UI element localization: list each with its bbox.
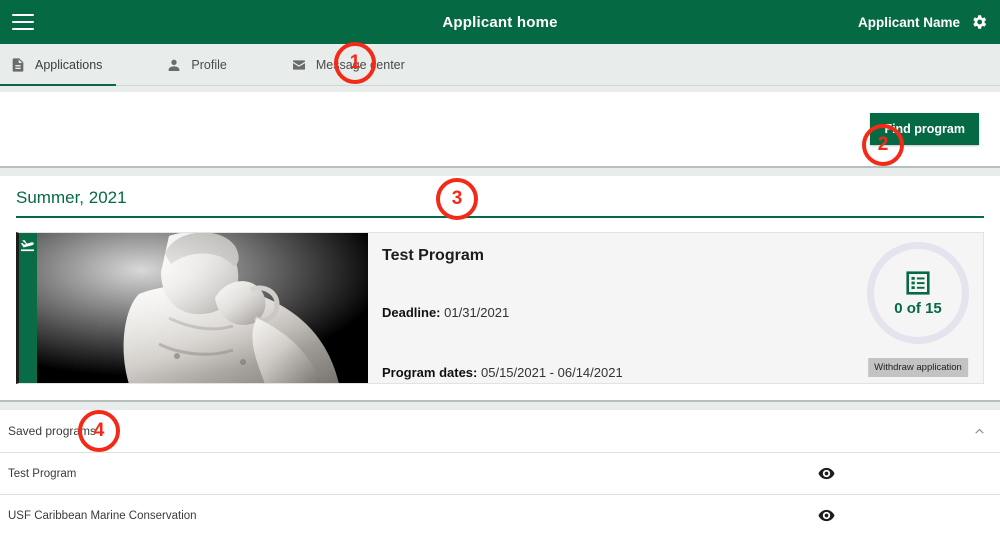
gear-icon[interactable] xyxy=(970,13,988,31)
program-card[interactable]: Test Program Deadline: 01/31/2021 Progra… xyxy=(16,232,984,384)
tab-applications[interactable]: Applications xyxy=(0,44,117,86)
program-dates: Program dates: 05/15/2021 - 06/14/2021 xyxy=(382,365,623,380)
progress-text: 0 of 15 xyxy=(894,299,942,317)
person-icon xyxy=(169,59,180,71)
find-program-panel: Find program xyxy=(0,92,1000,168)
program-deadline: Deadline: 01/31/2021 xyxy=(382,305,509,320)
statue-image xyxy=(19,233,368,383)
program-info: Test Program Deadline: 01/31/2021 Progra… xyxy=(368,233,853,383)
page-title: Applicant home xyxy=(442,13,558,31)
program-name: Test Program xyxy=(382,247,484,264)
program-status: 0 of 15 Withdraw application xyxy=(853,233,983,383)
tab-message-center[interactable]: Message center xyxy=(281,44,419,85)
program-dates-label: Program dates: xyxy=(382,365,478,380)
main-tab-bar: Applications Profile Message center xyxy=(0,44,1000,86)
program-deadline-label: Deadline: xyxy=(382,305,441,320)
saved-program-row[interactable]: Test Program xyxy=(0,452,1000,494)
tab-profile[interactable]: Profile xyxy=(156,44,240,85)
chevron-up-icon[interactable] xyxy=(973,425,986,438)
eye-icon[interactable] xyxy=(818,509,835,522)
saved-program-row[interactable]: USF Caribbean Marine Conservation xyxy=(0,494,1000,536)
envelope-icon xyxy=(292,59,305,70)
withdraw-application-button[interactable]: Withdraw application xyxy=(868,358,968,377)
term-title: Summer, 2021 xyxy=(16,188,127,207)
progress-ring: 0 of 15 xyxy=(867,242,969,344)
term-panel: Summer, 2021 Test Program Deadline: 01/3… xyxy=(0,176,1000,402)
user-name-label: Applicant Name xyxy=(857,14,960,30)
program-photo xyxy=(19,233,368,383)
saved-programs-panel: Saved programs Test Program USF Caribbea… xyxy=(0,410,1000,540)
checklist-icon xyxy=(906,270,930,295)
saved-program-label: Test Program xyxy=(8,467,77,480)
program-deadline-value: 01/31/2021 xyxy=(444,305,510,320)
tab-applications-label: Applications xyxy=(35,57,103,72)
document-icon xyxy=(12,57,24,72)
program-dates-value: 05/15/2021 - 06/14/2021 xyxy=(481,365,623,380)
term-divider xyxy=(16,216,984,218)
eye-icon[interactable] xyxy=(818,467,835,480)
header-user-area: Applicant Name xyxy=(858,13,988,31)
tab-message-center-label: Message center xyxy=(315,57,405,72)
saved-programs-header[interactable]: Saved programs xyxy=(0,410,1000,452)
app-header: Applicant home Applicant Name xyxy=(0,0,1000,44)
find-program-button[interactable]: Find program xyxy=(870,113,979,145)
tab-profile-label: Profile xyxy=(191,57,227,72)
saved-program-label: USF Caribbean Marine Conservation xyxy=(8,509,197,522)
hamburger-icon[interactable] xyxy=(12,14,34,30)
plane-landing-icon xyxy=(20,240,34,252)
saved-programs-title: Saved programs xyxy=(8,424,97,438)
